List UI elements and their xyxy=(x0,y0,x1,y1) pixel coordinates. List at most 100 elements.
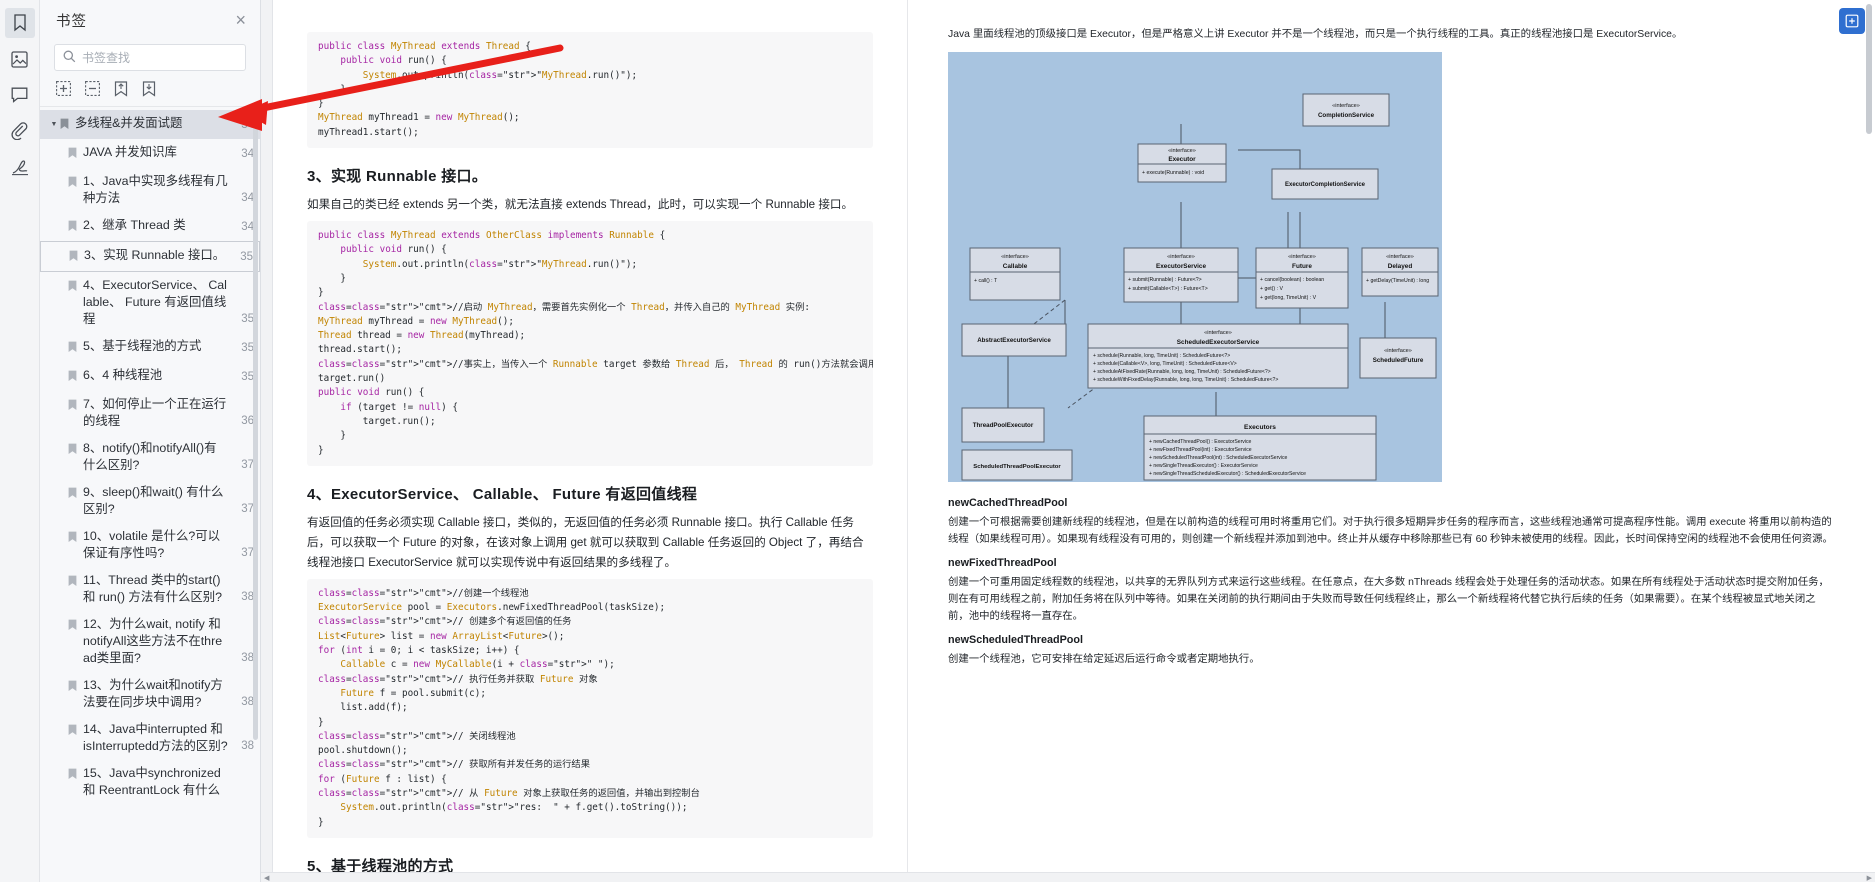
document-scrollbar[interactable] xyxy=(1866,4,1872,134)
bookmark-item[interactable]: 3、实现 Runnable 接口。 35 xyxy=(40,241,260,272)
bookmark-item[interactable]: 4、ExecutorService、 Callable、 Future 有返回值… xyxy=(40,272,260,333)
bookmark-page-number: 37 xyxy=(241,459,254,471)
svg-text:+ getDelay(TimeUnit) : long: + getDelay(TimeUnit) : long xyxy=(1366,278,1429,284)
caret-spacer xyxy=(48,572,60,573)
svg-text:«interface»: «interface» xyxy=(1332,103,1360,109)
bookmark-item[interactable]: 5、基于线程池的方式 35 xyxy=(40,333,260,362)
bookmark-item[interactable]: 8、notify()和notifyAll()有什么区别? 37 xyxy=(40,435,260,479)
remove-bookmark-button[interactable] xyxy=(85,81,100,97)
add-bookmark-button[interactable] xyxy=(56,81,71,97)
scroll-right-icon[interactable]: ▶ xyxy=(1864,874,1875,882)
uml-node-scheduledfuture: «interface» ScheduledFuture xyxy=(1359,337,1437,379)
svg-text:ExecutorService: ExecutorService xyxy=(1156,263,1207,270)
search-wrapper xyxy=(40,40,260,71)
pages-container: public class MyThread extends Thread { p… xyxy=(273,0,1875,882)
svg-text:«interface»: «interface» xyxy=(1167,254,1195,260)
svg-text:+ schedule(Callable<V>, long,: + schedule(Callable<V>, long, TimeUnit) … xyxy=(1093,361,1237,367)
share-button[interactable] xyxy=(1839,8,1865,34)
section-3-paragraph: 如果自己的类已经 extends 另一个类，就无法直接 extends Thre… xyxy=(307,198,854,212)
bookmark-item[interactable]: 15、Java中synchronized 和 ReentrantLock 有什么 xyxy=(40,760,260,804)
bookmark-down-button[interactable] xyxy=(142,81,156,97)
svg-text:Delayed: Delayed xyxy=(1388,263,1413,270)
bookmark-item-label: 3、实现 Runnable 接口。 xyxy=(84,248,226,262)
bookmark-item-icon xyxy=(68,144,83,163)
search-box[interactable] xyxy=(54,44,246,71)
scroll-track[interactable] xyxy=(272,875,1863,881)
bookmark-item[interactable]: JAVA 并发知识库 34 xyxy=(40,139,260,168)
bookmark-item-icon xyxy=(68,721,83,740)
uml-node-scheduledexecutorservice: «interface» ScheduledExecutorService + s… xyxy=(1087,323,1349,389)
app-window: 书签 × ▼多线程&并发面试题34J xyxy=(0,0,1875,882)
bookmark-list[interactable]: ▼ 多线程&并发面试题 34 JAVA 并发知识库 34 1、Java中实现多线程有几种方… xyxy=(40,107,260,882)
svg-text:+ submit(Callable<T>) : Future: + submit(Callable<T>) : Future<T> xyxy=(1128,286,1208,292)
svg-text:+ call() : T: + call() : T xyxy=(974,278,998,284)
bookmark-item-label: 1、Java中实现多线程有几种方法 xyxy=(83,174,228,205)
bookmark-item[interactable]: 7、如何停止一个正在运行的线程 36 xyxy=(40,391,260,435)
bookmark-item[interactable]: 10、volatile 是什么?可以保证有序性吗? 37 xyxy=(40,523,260,567)
bookmark-page-number: 35 xyxy=(240,251,253,263)
comment-icon[interactable] xyxy=(5,80,35,110)
uml-node-completionservice: «interface» CompletionService xyxy=(1302,93,1390,127)
svg-text:+ newSingleThreadExecutor() :: + newSingleThreadExecutor() : ExecutorSe… xyxy=(1149,463,1258,469)
section-3-heading: 3、实现 Runnable 接口。 xyxy=(307,168,488,186)
bookmark-item[interactable]: 6、4 种线程池 35 xyxy=(40,362,260,391)
svg-text:ThreadPoolExecutor: ThreadPoolExecutor xyxy=(973,422,1034,429)
bookmark-item[interactable]: 2、继承 Thread 类 34 xyxy=(40,212,260,241)
bookmark-item[interactable]: 11、Thread 类中的start() 和 run() 方法有什么区别? 38 xyxy=(40,567,260,611)
panel-title: 书签 xyxy=(56,13,87,30)
document-gutter xyxy=(261,0,273,882)
svg-text:Executors: Executors xyxy=(1244,424,1276,431)
search-input[interactable] xyxy=(82,50,237,65)
right-page-sections: newCachedThreadPool 创建一个可根据需要创建新线程的线程池，但是… xyxy=(948,497,1835,668)
bookmark-up-button[interactable] xyxy=(114,81,128,97)
thumbnail-icon[interactable] xyxy=(5,44,35,74)
svg-text:ScheduledExecutorService: ScheduledExecutorService xyxy=(1177,339,1260,346)
bookmark-item-icon xyxy=(68,338,83,357)
caret-spacer xyxy=(48,338,60,339)
bookmark-item-icon xyxy=(60,115,75,134)
caret-spacer xyxy=(48,484,60,485)
right-section-paragraph: 创建一个可重用固定线程数的线程池，以共享的无界队列方式来运行这些线程。在任意点，… xyxy=(948,577,1829,622)
expand-caret-icon[interactable]: ▼ xyxy=(48,115,60,134)
bookmark-item[interactable]: 14、Java中interrupted 和 isInterruptedd方法的区… xyxy=(40,716,260,760)
bookmark-item-label: 8、notify()和notifyAll()有什么区别? xyxy=(83,441,217,472)
svg-text:+ newFixedThreadPool(int) : Ex: + newFixedThreadPool(int) : ExecutorServ… xyxy=(1149,447,1252,453)
bookmark-item[interactable]: 13、为什么wait和notify方法要在同步块中调用? 38 xyxy=(40,672,260,716)
uml-node-executorservice: «interface» ExecutorService + submit(Run… xyxy=(1123,247,1239,303)
svg-text:ScheduledFuture: ScheduledFuture xyxy=(1373,357,1424,364)
svg-text:+ newScheduledThreadPool(int): + newScheduledThreadPool(int) : Schedule… xyxy=(1149,455,1287,461)
svg-text:+ schedule(Runnable, long, Tim: + schedule(Runnable, long, TimeUnit) : S… xyxy=(1093,353,1230,359)
close-icon[interactable]: × xyxy=(235,11,246,29)
bookmark-item[interactable]: 9、sleep()和wait() 有什么区别? 37 xyxy=(40,479,260,523)
uml-node-future: «interface» Future + cancel(boolean) : b… xyxy=(1255,247,1349,309)
svg-text:Callable: Callable xyxy=(1003,263,1028,270)
bookmark-item-label: 6、4 种线程池 xyxy=(83,368,163,382)
scroll-left-icon[interactable]: ◀ xyxy=(261,874,272,882)
bookmark-item-label: 4、ExecutorService、 Callable、 Future 有返回值… xyxy=(83,278,227,326)
bookmark-item-label: 10、volatile 是什么?可以保证有序性吗? xyxy=(83,529,221,560)
bookmark-item-label: 15、Java中synchronized 和 ReentrantLock 有什么 xyxy=(83,766,221,797)
bookmark-page-number: 34 xyxy=(241,119,254,131)
bookmark-item[interactable]: ▼ 多线程&并发面试题 34 xyxy=(40,110,260,139)
uml-node-abstractexecutorservice: AbstractExecutorService xyxy=(961,323,1067,357)
svg-text:+ get() : V: + get() : V xyxy=(1260,286,1283,292)
bookmark-item-icon xyxy=(68,572,83,591)
bookmark-item[interactable]: 1、Java中实现多线程有几种方法 34 xyxy=(40,168,260,212)
caret-spacer xyxy=(48,367,60,368)
caret-spacer xyxy=(48,721,60,722)
bookmark-page-number: 34 xyxy=(241,221,254,233)
horizontal-scrollbar[interactable]: ◀ ▶ xyxy=(261,872,1875,882)
svg-text:AbstractExecutorService: AbstractExecutorService xyxy=(977,337,1051,344)
bookmark-scrollbar[interactable] xyxy=(253,120,258,740)
right-section-heading: newScheduledThreadPool xyxy=(948,634,1083,646)
caret-spacer xyxy=(48,277,60,278)
bookmark-item-icon xyxy=(68,484,83,503)
right-section-paragraph: 创建一个线程池，它可安排在给定延迟后运行命令或者定期地执行。 xyxy=(948,654,1260,665)
attachment-icon[interactable] xyxy=(5,116,35,146)
signature-icon[interactable] xyxy=(5,152,35,182)
bookmark-item[interactable]: 12、为什么wait, notify 和 notifyAll这些方法不在thre… xyxy=(40,611,260,672)
bookmark-page-number: 34 xyxy=(241,148,254,160)
svg-text:Future: Future xyxy=(1292,263,1312,270)
bookmark-item-label: 11、Thread 类中的start() 和 run() 方法有什么区别? xyxy=(83,573,223,604)
bookmark-icon[interactable] xyxy=(4,8,35,38)
